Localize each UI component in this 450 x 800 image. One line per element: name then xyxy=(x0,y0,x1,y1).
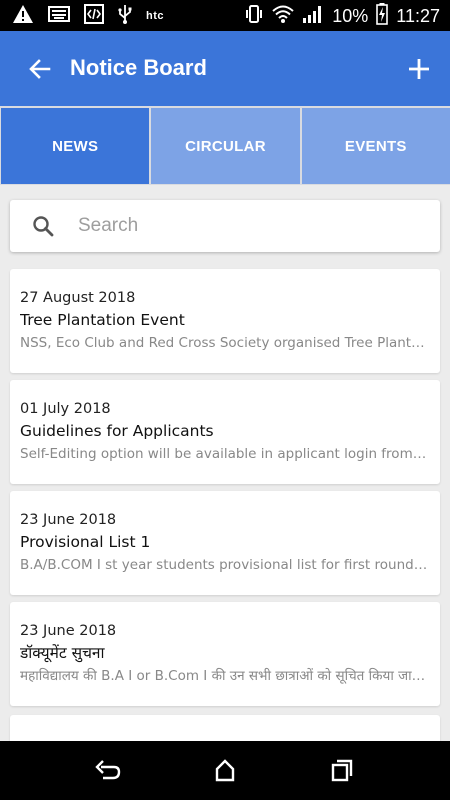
notice-card[interactable]: 01 July 2018 Guidelines for Applicants S… xyxy=(10,380,440,484)
notice-date: 01 July 2018 xyxy=(20,401,111,417)
nav-back-button[interactable] xyxy=(94,756,122,784)
notice-description: महाविद्यालय की B.A I or B.Com I की उन सभ… xyxy=(20,668,430,684)
tab-events[interactable]: EVENTS xyxy=(301,108,450,184)
notice-card[interactable]: 23 June 2018 डॉक्यूमेंट सुचना महाविद्याल… xyxy=(10,602,440,706)
signal-icon xyxy=(302,4,324,28)
navigation-bar xyxy=(0,741,450,800)
code-icon xyxy=(84,4,104,28)
notice-date: 27 August 2018 xyxy=(20,290,136,306)
carrier-label: htc xyxy=(146,10,164,22)
search-bar xyxy=(10,200,440,252)
home-nav-icon xyxy=(215,759,235,782)
wifi-icon xyxy=(272,4,294,28)
page-title: Notice Board xyxy=(70,55,207,80)
notice-description: B.A/B.COM I st year students provisional… xyxy=(20,557,430,573)
plus-icon xyxy=(409,59,429,79)
notice-title: Provisional List 1 xyxy=(20,533,151,551)
notice-date: 23 June 2018 xyxy=(20,623,117,639)
arrow-back-icon xyxy=(29,59,51,79)
notice-date: 23 June 2018 xyxy=(20,512,117,528)
battery-charging-icon xyxy=(376,3,389,29)
warning-icon xyxy=(12,4,34,28)
usb-icon xyxy=(118,4,132,28)
add-notice-button[interactable] xyxy=(402,52,436,86)
recents-nav-icon xyxy=(331,759,353,782)
battery-percent: 10% xyxy=(332,5,369,26)
search-input[interactable] xyxy=(78,211,418,241)
notice-title: डॉक्यूमेंट सुचना xyxy=(20,644,105,662)
notice-description: Self-Editing option will be available in… xyxy=(20,446,430,462)
notice-card[interactable]: 27 August 2018 Tree Plantation Event NSS… xyxy=(10,269,440,373)
nav-recents-button[interactable] xyxy=(328,756,356,784)
nav-home-button[interactable] xyxy=(211,756,239,784)
keyboard-icon xyxy=(48,5,70,27)
vibrate-icon xyxy=(244,4,264,28)
tab-news[interactable]: NEWS xyxy=(1,108,150,184)
back-nav-icon xyxy=(95,760,121,780)
status-bar: htc 10% 11:27 xyxy=(0,0,450,31)
notice-title: Guidelines for Applicants xyxy=(20,422,214,440)
clock: 11:27 xyxy=(396,5,440,26)
tab-bar: NEWS CIRCULAR EVENTS xyxy=(0,106,450,185)
notice-description: NSS, Eco Club and Red Cross Society orga… xyxy=(20,335,430,351)
notice-title: Tree Plantation Event xyxy=(20,311,185,329)
search-icon[interactable] xyxy=(32,215,54,237)
back-button[interactable] xyxy=(24,53,56,85)
tab-circular[interactable]: CIRCULAR xyxy=(151,108,300,184)
app-bar: Notice Board xyxy=(0,31,450,106)
notice-card[interactable]: 23 June 2018 Provisional List 1 B.A/B.CO… xyxy=(10,491,440,595)
